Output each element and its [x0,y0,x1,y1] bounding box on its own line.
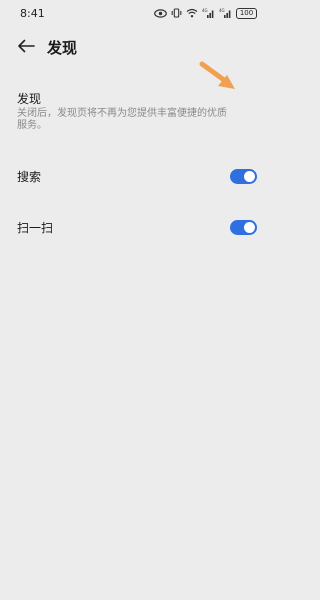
scan-toggle[interactable] [230,219,257,235]
status-icons: 4G 4G 100 [154,7,257,19]
header: 发现 [0,33,274,61]
vibrate-icon [171,8,182,18]
eye-icon [154,8,167,18]
discover-description: 关闭后，发现页将不再为您提供丰富便捷的优质服务。 [17,108,227,131]
screen: 8:41 4G 4G 100 发现 发现 关闭后，发现页将不再为您提供丰富便捷的… [0,0,274,600]
setting-row-scan[interactable]: 扫一扫 [17,216,257,238]
toggle-knob [244,221,255,233]
setting-row-search[interactable]: 搜索 [17,165,257,187]
arrow-left-icon [17,38,35,57]
search-toggle[interactable] [230,168,257,184]
signal-icon: 4G [219,8,232,18]
svg-text:4G: 4G [219,8,225,13]
page-title: 发现 [47,39,78,57]
setting-label: 搜索 [17,169,42,184]
signal-icon: 4G [202,8,215,18]
status-time: 8:41 [20,6,45,20]
battery-icon: 100 [236,7,257,19]
svg-text:4G: 4G [202,8,208,13]
toggle-knob [244,170,255,182]
back-button[interactable] [15,37,37,57]
setting-label: 扫一扫 [17,220,54,235]
discover-title: 发现 [17,92,42,106]
status-bar: 8:41 4G 4G 100 [0,0,274,26]
wifi-icon [186,8,198,18]
